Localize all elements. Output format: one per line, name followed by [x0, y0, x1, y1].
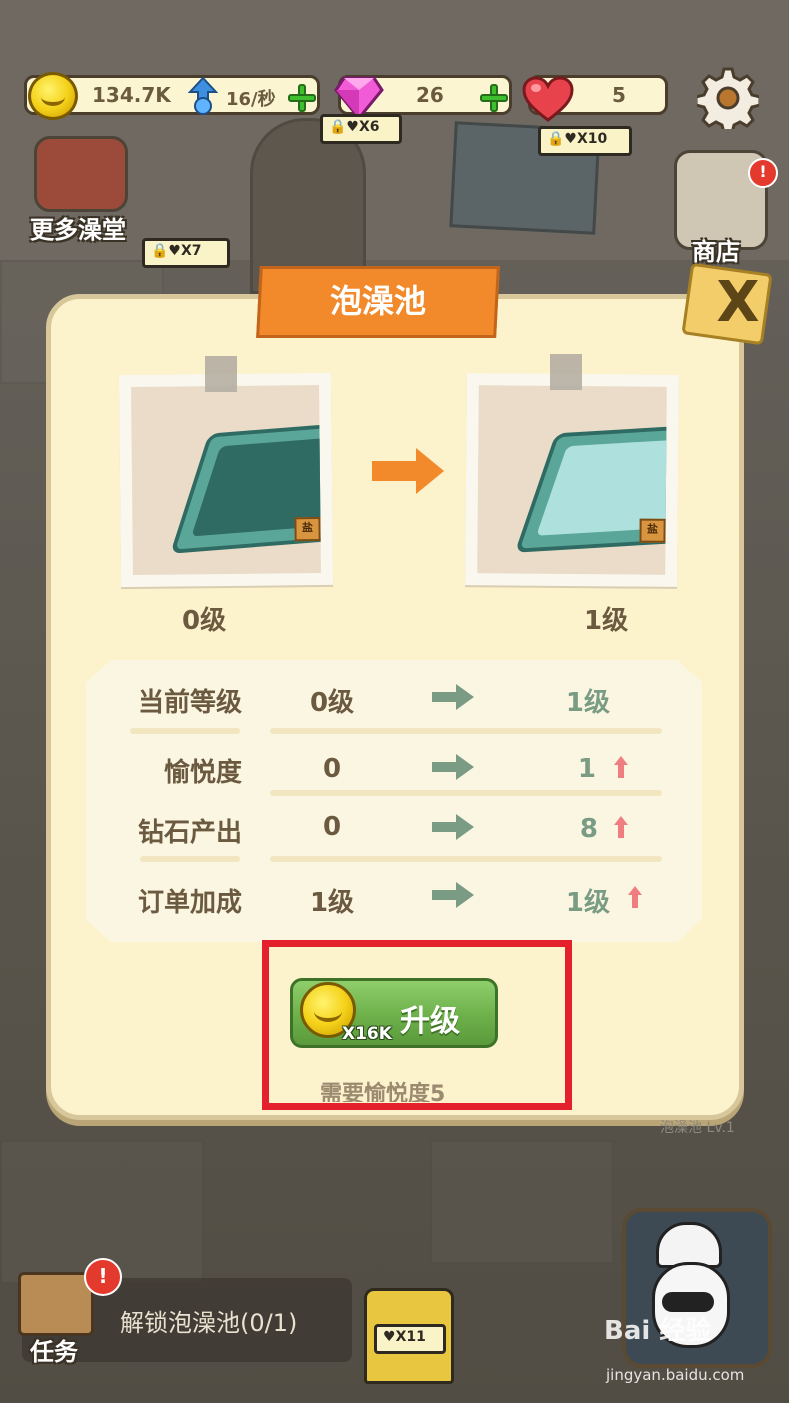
increase-arrow-icon — [628, 886, 642, 908]
stat-label: 愉悦度 — [163, 758, 242, 788]
divider — [270, 728, 662, 734]
stat-arrow-icon — [432, 754, 474, 780]
current-level-caption: 0级 — [182, 606, 227, 636]
requirement-text: 需要愉悦度5 — [320, 1082, 446, 1102]
current-level-photo: 盐 — [118, 372, 334, 588]
stat-next: 1 — [577, 754, 596, 784]
salt-sign: 盐 — [294, 517, 321, 542]
task-label[interactable]: 任务 — [30, 1332, 78, 1367]
upgrade-button-label[interactable]: 升级 — [400, 996, 460, 1040]
next-level-caption: 1级 — [584, 606, 629, 636]
shop-notification-badge: ! — [748, 158, 778, 188]
divider — [270, 790, 662, 796]
add-coins-plus-icon[interactable] — [288, 84, 316, 112]
coin-amount: 134.7K — [92, 83, 171, 107]
gem-amount: 26 — [416, 83, 444, 107]
building-label: 泡澡池 Lv.1 — [660, 1120, 735, 1136]
divider — [140, 856, 240, 862]
increase-arrow-icon — [614, 816, 628, 838]
income-rate-icon — [187, 76, 219, 115]
stat-label: 钻石产出 — [137, 818, 242, 848]
lock-tag-poster: 🔒♥X10 — [538, 126, 632, 156]
stat-arrow-icon — [432, 882, 474, 908]
more-baths-button[interactable] — [34, 136, 128, 212]
stat-next: 8 — [579, 814, 598, 844]
stat-label: 当前等级 — [137, 688, 242, 718]
watermark-url: jingyan.baidu.com — [606, 1366, 745, 1384]
settings-gear-icon[interactable] — [697, 67, 759, 129]
stat-current: 0级 — [309, 688, 355, 718]
shop-label: 商店 — [692, 238, 740, 266]
task-text[interactable]: 解锁泡澡池(0/1) — [120, 1303, 297, 1338]
current-pool-image: 盐 — [131, 385, 321, 575]
lock-tag-door: 🔒♥X6 — [320, 114, 402, 144]
divider — [130, 728, 240, 734]
dialog-title: 泡澡池 — [329, 282, 426, 320]
stat-current: 0 — [322, 754, 342, 784]
add-gems-plus-icon[interactable] — [480, 84, 508, 112]
more-baths-label: 更多澡堂 — [30, 216, 126, 244]
stat-arrow-icon — [432, 814, 474, 840]
stat-next: 1级 — [565, 688, 610, 718]
lock-tag-bottom: ♥X11 — [374, 1324, 446, 1354]
stat-label: 订单加成 — [137, 888, 242, 918]
task-notification-badge: ! — [84, 1258, 122, 1296]
task-book-icon[interactable] — [18, 1272, 94, 1336]
stat-arrow-icon — [432, 684, 474, 710]
next-level-photo: 盐 — [465, 373, 679, 587]
tape-icon — [205, 356, 237, 392]
chef-mask — [662, 1292, 714, 1312]
divider — [270, 856, 662, 862]
tape-icon — [550, 354, 582, 390]
level-arrow-icon — [372, 448, 444, 494]
watermark: Bai 经验 — [604, 1316, 712, 1346]
upgrade-cost: X16K — [342, 1024, 392, 1044]
heart-amount: 5 — [612, 83, 626, 107]
stat-next: 1级 — [565, 888, 610, 918]
income-rate: 16/秒 — [226, 89, 276, 110]
lock-tag-left: 🔒♥X7 — [142, 238, 230, 268]
next-pool-image: 盐 — [477, 385, 667, 575]
increase-arrow-icon — [614, 756, 628, 778]
close-icon[interactable]: X — [708, 270, 768, 335]
coin-icon — [28, 72, 78, 120]
heart-icon — [522, 76, 574, 122]
salt-sign: 盐 — [639, 518, 666, 543]
stat-current: 1级 — [309, 888, 355, 918]
stat-current: 0 — [322, 812, 342, 842]
